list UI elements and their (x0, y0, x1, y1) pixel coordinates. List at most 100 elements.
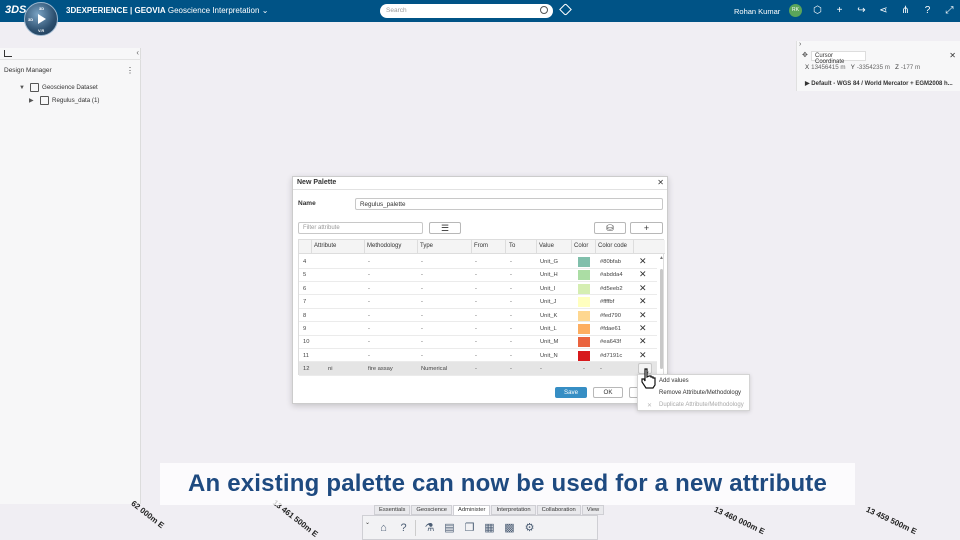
compass-widget[interactable]: 3D 3D V.R (24, 2, 58, 36)
from-cell[interactable]: - (475, 272, 477, 278)
scroll-up-icon[interactable]: ▲ (659, 255, 664, 261)
from-cell[interactable]: - (475, 286, 477, 292)
to-cell[interactable]: - (510, 326, 512, 332)
methodology-cell[interactable]: - (368, 353, 370, 359)
methodology-cell[interactable]: - (368, 313, 370, 319)
methodology-cell[interactable]: fire assay (368, 366, 393, 372)
color-cell[interactable]: - (583, 366, 585, 372)
column-header[interactable]: From (474, 243, 488, 249)
tab-view[interactable]: View (581, 505, 605, 515)
play-icon[interactable] (38, 14, 46, 24)
to-cell[interactable]: - (510, 339, 512, 345)
to-cell[interactable]: - (510, 313, 512, 319)
from-cell[interactable]: - (475, 339, 477, 345)
color-swatch[interactable] (578, 297, 590, 308)
copy-tool-icon[interactable]: ❐ (463, 521, 476, 535)
search-icon[interactable] (540, 6, 548, 14)
color-code-cell[interactable]: #80bfab (600, 259, 621, 265)
filter-attribute-input[interactable]: Filter attribute (298, 222, 423, 234)
attribute-cell[interactable]: ni (328, 366, 333, 372)
tab-essentials[interactable]: Essentials (374, 505, 411, 515)
from-cell[interactable]: - (475, 259, 477, 265)
ok-button[interactable]: OK (593, 387, 623, 398)
column-header[interactable]: Value (539, 243, 554, 249)
column-header[interactable]: Type (420, 243, 433, 249)
color-code-cell[interactable]: #d5eeb2 (600, 286, 623, 292)
from-cell[interactable]: - (475, 366, 477, 372)
tree-item-geoscience-dataset[interactable]: ▼ Geoscience Dataset (19, 83, 98, 92)
apps-icon[interactable]: ⋔ (899, 4, 912, 17)
expand-arrow-icon[interactable]: ▼ (19, 85, 27, 91)
tag-icon[interactable] (559, 3, 572, 16)
value-cell[interactable]: Unit_H (540, 272, 558, 278)
value-cell[interactable]: Unit_J (540, 299, 556, 305)
tab-administer[interactable]: Administer (453, 505, 491, 515)
delete-row-icon[interactable]: ✕ (639, 310, 647, 321)
table-tool-icon[interactable]: ▦ (483, 521, 496, 535)
tree-item-regulus-data[interactable]: ▶ Regulus_data (1) (29, 96, 99, 105)
to-cell[interactable]: - (510, 299, 512, 305)
close-icon[interactable]: ✕ (949, 51, 956, 60)
coordinate-system[interactable]: ▶ Default - WGS 84 / World Mercator + EG… (805, 80, 953, 87)
table-row[interactable]: 5 - - - - Unit_H #abdda4 ✕ (299, 268, 657, 282)
share-tag-icon[interactable]: ⬡ (811, 4, 824, 17)
document-tool-icon[interactable]: ▤ (443, 521, 456, 535)
value-cell[interactable]: Unit_G (540, 259, 558, 265)
table-scrollbar[interactable]: ▲ (659, 255, 664, 373)
delete-row-icon[interactable]: ✕ (639, 256, 647, 267)
color-swatch[interactable] (578, 350, 590, 361)
column-header[interactable]: To (509, 243, 515, 249)
collapse-icon[interactable]: ‹ (136, 48, 139, 57)
from-cell[interactable]: - (475, 326, 477, 332)
to-cell[interactable]: - (510, 353, 512, 359)
delete-row-icon[interactable]: ✕ (639, 283, 647, 294)
column-header[interactable]: Color (574, 243, 588, 249)
collapse-arrow-icon[interactable]: ▶ (29, 97, 37, 104)
table-row[interactable]: 8 - - - - Unit_K #fed790 ✕ (299, 309, 657, 323)
from-cell[interactable]: - (475, 313, 477, 319)
more-options-icon[interactable]: ⋮ (126, 66, 134, 75)
color-code-cell[interactable]: #ffffbf (600, 299, 614, 305)
tree-view-icon[interactable] (4, 50, 12, 57)
color-swatch[interactable] (578, 257, 590, 267)
delete-row-icon[interactable]: ✕ (639, 350, 647, 361)
app-title[interactable]: 3DEXPERIENCE | GEOVIA Geoscience Interpr… (66, 6, 268, 15)
forward-icon[interactable]: ↪ (855, 4, 868, 17)
color-code-cell[interactable]: #d7191c (600, 353, 622, 359)
tab-cursor-coordinate[interactable]: Cursor Coordinate (811, 51, 866, 65)
user-name[interactable]: Rohan Kumar (734, 7, 780, 16)
search-input[interactable]: Search (380, 4, 553, 18)
to-cell[interactable]: - (510, 286, 512, 292)
table-row[interactable]: 4 - - - - Unit_G #80bfab ✕ (299, 255, 657, 269)
fullscreen-icon[interactable]: ⤢ (943, 4, 956, 17)
methodology-cell[interactable]: - (368, 299, 370, 305)
palette-tool-icon[interactable]: ▩ (503, 521, 516, 535)
add-row-button[interactable]: + (630, 222, 663, 234)
color-swatch[interactable] (578, 324, 590, 334)
methodology-cell[interactable]: - (368, 339, 370, 345)
tab-collaboration[interactable]: Collaboration (536, 505, 581, 515)
menu-item-remove-attribute[interactable]: Remove Attribute/Methodology (659, 390, 741, 396)
table-row[interactable]: 10 - - - - Unit_M #ea643f ✕ (299, 335, 657, 349)
settings-tool-icon[interactable]: ⚙ (523, 521, 536, 535)
color-code-cell[interactable]: #abdda4 (600, 272, 623, 278)
color-code-cell[interactable]: - (600, 366, 602, 372)
help-icon[interactable]: ? (921, 4, 934, 17)
to-cell[interactable]: - (510, 366, 512, 372)
color-code-cell[interactable]: #fdae61 (600, 326, 621, 332)
close-icon[interactable]: ✕ (657, 178, 664, 187)
color-code-cell[interactable]: #ea643f (600, 339, 621, 345)
column-header[interactable]: Color code (598, 243, 627, 249)
value-cell[interactable]: Unit_I (540, 286, 555, 292)
color-swatch[interactable] (578, 283, 590, 294)
value-cell[interactable]: - (540, 366, 542, 372)
table-row[interactable]: 9 - - - - Unit_L #fdae61 ✕ (299, 322, 657, 336)
value-cell[interactable]: Unit_N (540, 353, 558, 359)
value-cell[interactable]: Unit_M (540, 339, 558, 345)
column-header[interactable]: Attribute (314, 243, 336, 249)
save-button[interactable]: Save (555, 387, 587, 398)
from-cell[interactable]: - (475, 353, 477, 359)
value-cell[interactable]: Unit_L (540, 326, 557, 332)
value-cell[interactable]: Unit_K (540, 313, 557, 319)
methodology-cell[interactable]: - (368, 286, 370, 292)
